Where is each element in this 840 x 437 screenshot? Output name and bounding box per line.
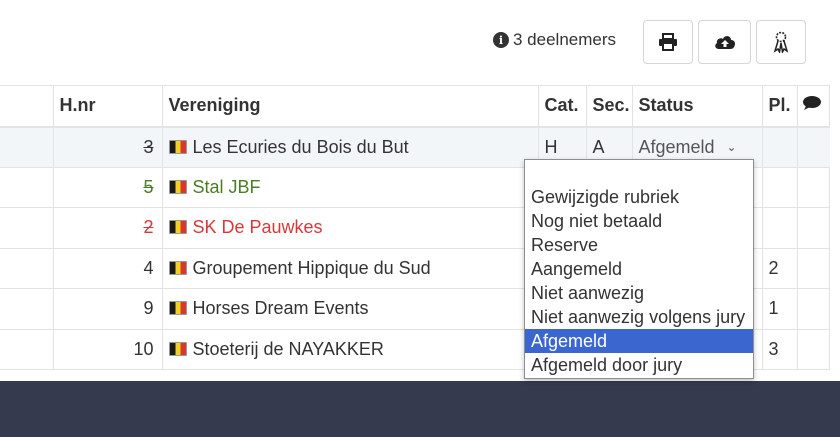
status-option-afgemeld-door-jury[interactable]: Afgemeld door jury <box>525 353 753 377</box>
status-value: Afgemeld <box>638 136 715 157</box>
hnr-cell: 10 <box>52 329 162 370</box>
hnr-cell: 2 <box>52 207 162 249</box>
club-name: Groupement Hippique du Sud <box>192 257 431 278</box>
club-name: Stal JBF <box>192 176 261 197</box>
toolbar: i 3 deelnemers <box>0 0 840 85</box>
club-cell: Horses Dream Events <box>161 288 538 330</box>
club-cell: Les Ecuries du Bois du But <box>161 126 538 168</box>
pl-cell: 1 <box>761 288 797 330</box>
club-cell: Stoeterij de NAYAKKER <box>161 329 538 370</box>
info-circle-icon: i <box>493 32 509 48</box>
club-name: Les Ecuries du Bois du But <box>192 136 409 157</box>
status-option-niet-aanwezig-volgens-jury[interactable]: Niet aanwezig volgens jury <box>525 305 753 329</box>
participants-count: i 3 deelnemers <box>493 30 616 50</box>
club-cell: Stal JBF <box>161 167 538 208</box>
column-sec[interactable]: Sec. <box>585 85 632 128</box>
status-option-niet-aanwezig[interactable]: Niet aanwezig <box>525 281 753 305</box>
column-cat[interactable]: Cat. <box>537 85 586 128</box>
hnr-cell: 4 <box>52 248 162 289</box>
ribbon-icon <box>773 31 789 53</box>
belgium-flag-icon <box>168 179 187 194</box>
pl-cell <box>761 126 797 168</box>
club-name: Stoeterij de NAYAKKER <box>192 338 384 359</box>
column-select <box>0 85 53 128</box>
column-pl[interactable]: Pl. <box>761 85 797 128</box>
comment-icon <box>802 96 821 111</box>
chevron-down-icon: ⌄ <box>726 140 737 154</box>
status-select[interactable]: Afgemeld ⌄ <box>639 137 737 158</box>
club-name: SK De Pauwkes <box>192 217 323 238</box>
club-cell: SK De Pauwkes <box>161 207 538 249</box>
belgium-flag-icon <box>168 341 187 356</box>
cloud-upload-icon <box>714 36 735 49</box>
pl-cell: 2 <box>761 248 797 289</box>
ribbon-button[interactable] <box>756 20 806 64</box>
pl-cell: 3 <box>761 329 797 370</box>
participants-count-label: 3 deelnemers <box>513 30 617 49</box>
status-option-reserve[interactable]: Reserve <box>525 233 753 257</box>
hnr-cell: 5 <box>52 167 162 208</box>
print-icon <box>659 33 677 51</box>
column-hnr[interactable]: H.nr <box>52 85 162 128</box>
print-button[interactable] <box>643 20 693 64</box>
belgium-flag-icon <box>168 220 187 235</box>
club-cell: Groupement Hippique du Sud <box>161 248 538 289</box>
belgium-flag-icon <box>168 301 187 316</box>
column-status[interactable]: Status <box>631 85 762 128</box>
status-option-aangemeld[interactable]: Aangemeld <box>525 257 753 281</box>
status-option-afgemeld[interactable]: Afgemeld <box>525 329 753 353</box>
status-option-gewijzigde-rubriek[interactable]: Gewijzigde rubriek <box>525 185 753 209</box>
status-option-nog-niet-betaald[interactable]: Nog niet betaald <box>525 209 753 233</box>
belgium-flag-icon <box>168 139 187 154</box>
belgium-flag-icon <box>168 260 187 275</box>
hnr-cell: 9 <box>52 288 162 330</box>
upload-button[interactable] <box>698 20 751 64</box>
column-comment <box>796 85 830 128</box>
footer-bar <box>0 381 840 437</box>
hnr-cell: 3 <box>52 126 162 168</box>
status-dropdown-menu: Gewijzigde rubriek Nog niet betaald Rese… <box>524 159 754 379</box>
table-header-row: H.nr Vereniging Cat. Sec. Status Pl. <box>0 85 830 128</box>
column-vereniging[interactable]: Vereniging <box>161 85 538 128</box>
club-name: Horses Dream Events <box>192 298 369 319</box>
